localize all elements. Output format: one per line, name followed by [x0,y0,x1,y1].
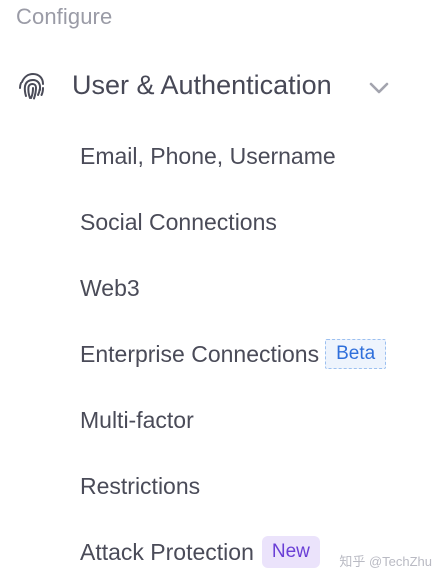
sidebar-item-label: Restrictions [80,473,201,499]
sidebar-item-multi-factor[interactable]: Multi-factor [80,400,194,440]
sidebar-item-social-connections[interactable]: Social Connections [80,202,277,242]
sidebar-item-web3[interactable]: Web3 [80,268,140,308]
fingerprint-icon [16,70,48,102]
sidebar-item-label: Multi-factor [80,407,194,433]
chevron-down-icon[interactable] [367,76,391,100]
watermark: 知乎 @TechZhu [339,554,432,569]
sidebar-item-restrictions[interactable]: Restrictions [80,466,200,506]
sidebar-item-email-phone-username[interactable]: Email, Phone, Username [80,136,336,176]
sidebar-item-label: Web3 [80,275,140,301]
user-authentication-group-header[interactable]: User & Authentication [0,62,444,114]
sidebar-item-label: Attack Protection [80,539,254,565]
sidebar-item-enterprise-connections[interactable]: Enterprise Connections Beta [80,334,387,374]
new-badge: New [261,536,320,568]
sidebar-item-label: Email, Phone, Username [80,143,336,169]
sidebar-item-label: Social Connections [80,209,277,235]
group-label: User & Authentication [72,70,332,100]
beta-badge: Beta [325,339,387,369]
sidebar-item-attack-protection[interactable]: Attack Protection New [80,532,320,572]
sidebar-item-label: Enterprise Connections [80,341,320,367]
section-heading: Configure [16,4,113,29]
